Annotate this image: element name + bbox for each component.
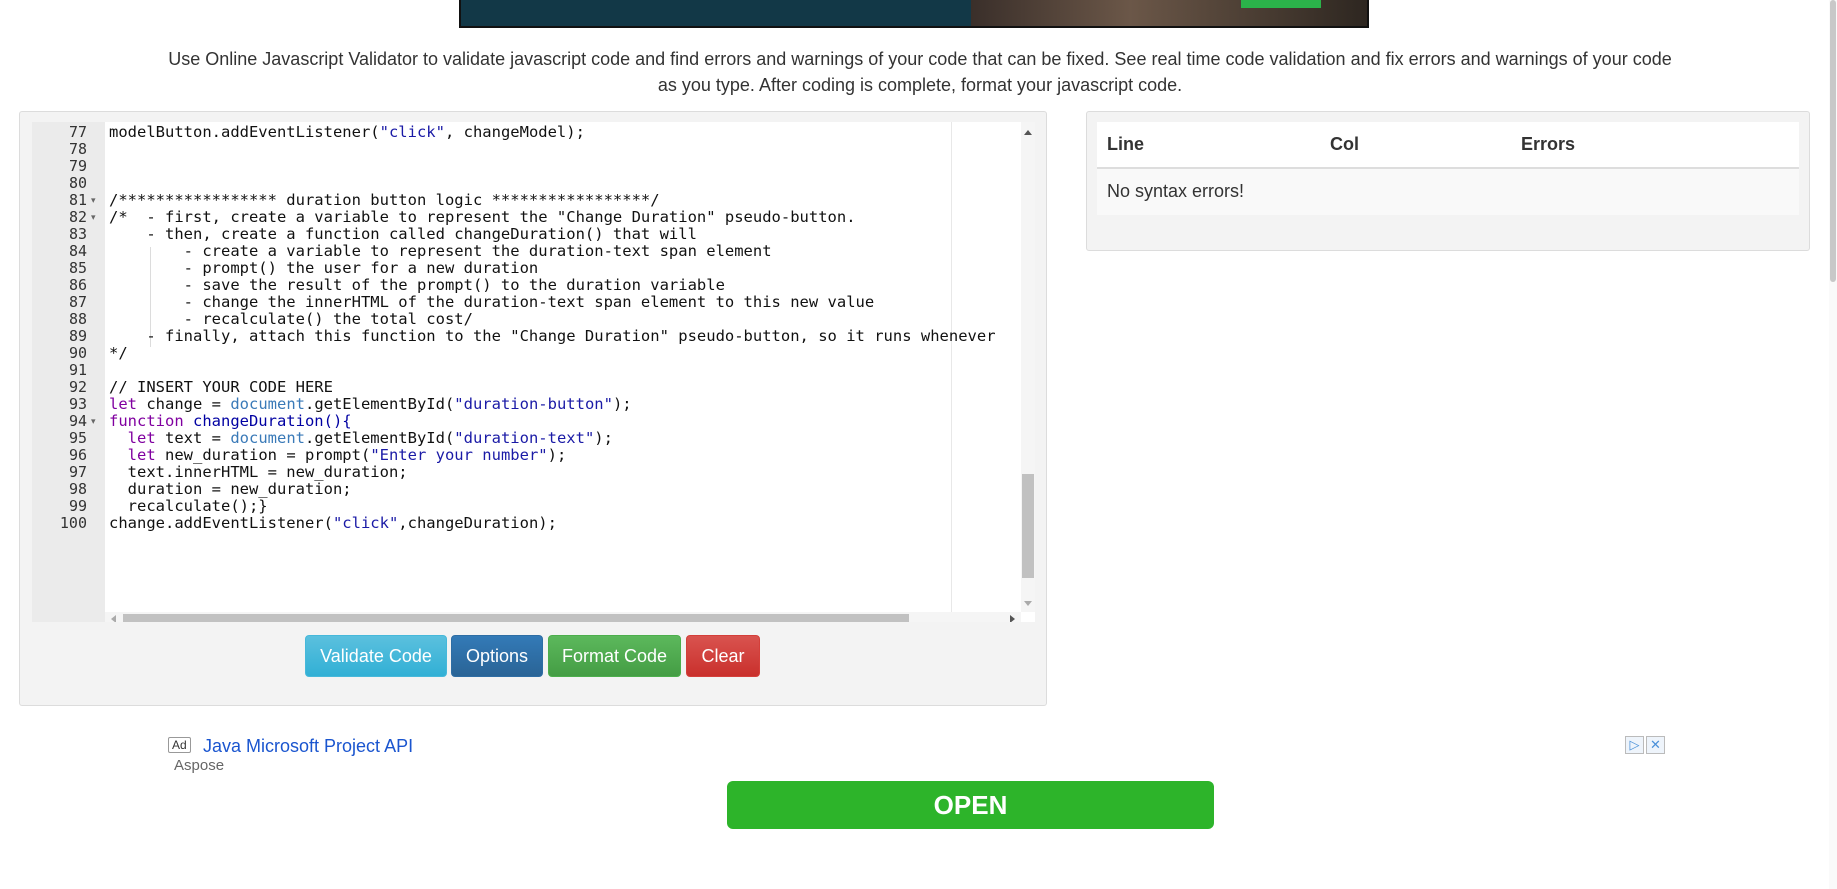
clear-button[interactable]: Clear — [686, 635, 760, 677]
ad-badge: Ad — [168, 737, 191, 753]
fold-toggle-icon[interactable]: ▾ — [91, 411, 96, 431]
line-number-gutter: 77 78 79 80 81 ▾ 82 ▾ 83 84 85 86 87 88 89 90 91 92 93 94 ▾ 9… — [32, 122, 105, 622]
editor-panel: 77 78 79 80 81 ▾ 82 ▾ 83 84 85 86 87 88 89 90 91 92 93 94 ▾ 9… — [19, 111, 1047, 706]
scroll-up-arrow-icon[interactable] — [1024, 130, 1032, 135]
print-margin — [951, 122, 952, 612]
ad-source: Aspose — [174, 757, 225, 774]
validate-code-button[interactable]: Validate Code — [305, 635, 447, 677]
line-number: 100 — [59, 514, 87, 532]
scroll-left-arrow-icon[interactable] — [111, 615, 116, 622]
page-scrollbar[interactable] — [1829, 0, 1837, 889]
errors-table-header: Line Col Errors — [1097, 122, 1799, 169]
code-line-100: change.addEventListener("click",changeDu… — [109, 514, 557, 532]
column-header-line: Line — [1107, 134, 1145, 154]
code-area[interactable]: modelButton.addEventListener("click", ch… — [105, 122, 1013, 612]
ad-controls: ▷ ✕ — [1623, 736, 1665, 754]
options-button[interactable]: Options — [451, 635, 543, 677]
code-line-77: modelButton.addEventListener("click", ch… — [109, 123, 585, 141]
vertical-scroll-thumb[interactable] — [1022, 474, 1034, 578]
results-panel: Line Col Errors No syntax errors! — [1086, 111, 1810, 251]
code-line-90: */ — [109, 344, 128, 362]
table-row: No syntax errors! — [1097, 169, 1799, 215]
close-ad-icon[interactable]: ✕ — [1646, 736, 1665, 754]
no-errors-message: No syntax errors! — [1107, 181, 1245, 201]
page-description: Use Online Javascript Validator to valid… — [168, 49, 1672, 95]
page-scroll-thumb[interactable] — [1830, 0, 1836, 282]
editor-horizontal-scrollbar[interactable] — [105, 612, 1021, 622]
ad-title-link[interactable]: Java Microsoft Project API — [203, 736, 413, 757]
column-header-col: Col — [1330, 134, 1359, 154]
errors-table: Line Col Errors No syntax errors! — [1097, 122, 1799, 215]
top-banner-ad[interactable] — [459, 0, 1369, 28]
adchoices-icon[interactable]: ▷ — [1625, 736, 1644, 754]
scroll-down-arrow-icon[interactable] — [1024, 601, 1032, 606]
editor-vertical-scrollbar[interactable] — [1021, 122, 1035, 612]
ad-open-button[interactable]: OPEN — [727, 781, 1214, 829]
scroll-right-arrow-icon[interactable] — [1010, 615, 1015, 622]
column-header-errors: Errors — [1521, 134, 1576, 154]
format-code-button[interactable]: Format Code — [548, 635, 681, 677]
code-line-89: - finally, attach this function to the "… — [109, 327, 996, 345]
fold-toggle-icon[interactable]: ▾ — [91, 207, 96, 227]
code-editor[interactable]: 77 78 79 80 81 ▾ 82 ▾ 83 84 85 86 87 88 89 90 91 92 93 94 ▾ 9… — [32, 122, 1035, 622]
horizontal-scroll-thumb[interactable] — [123, 614, 909, 622]
banner-green-chip — [1241, 0, 1321, 8]
